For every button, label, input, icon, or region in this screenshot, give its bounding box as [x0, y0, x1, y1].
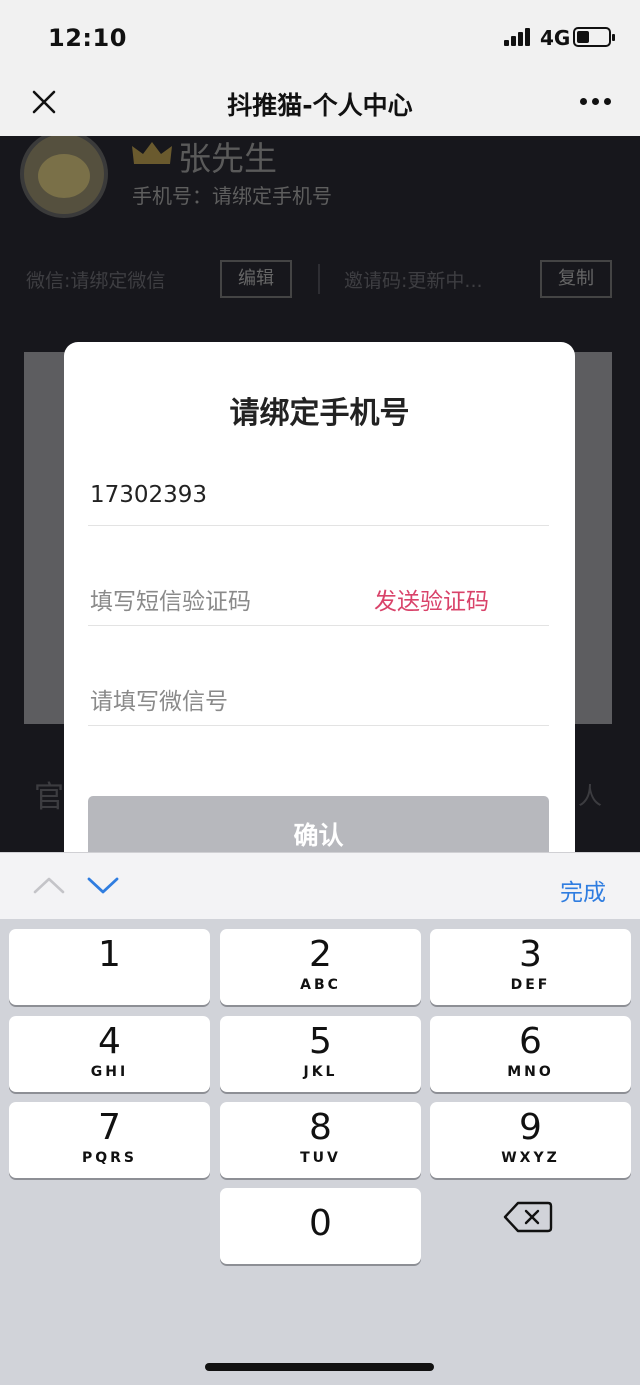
- key-number: 5: [309, 1021, 332, 1062]
- done-button[interactable]: 完成: [560, 873, 606, 907]
- chevron-down-icon[interactable]: [86, 873, 120, 897]
- key-2[interactable]: 2 ABC: [220, 929, 421, 1005]
- key-1[interactable]: 1: [9, 929, 210, 1005]
- status-time: 12:10: [48, 24, 127, 52]
- key-9[interactable]: 9 WXYZ: [430, 1102, 631, 1178]
- section-heading-right: 人: [578, 782, 602, 810]
- nav-bar: 抖推猫-个人中心: [0, 72, 640, 136]
- key-letters: JKL: [303, 1064, 338, 1080]
- avatar: [20, 136, 108, 218]
- key-number: 0: [309, 1203, 332, 1244]
- wechat-field[interactable]: 请填写微信号: [88, 662, 549, 726]
- backspace-icon[interactable]: [502, 1199, 554, 1235]
- key-5[interactable]: 5 JKL: [220, 1016, 421, 1092]
- key-number: 4: [98, 1021, 121, 1062]
- key-7[interactable]: 7 PQRS: [9, 1102, 210, 1178]
- key-4[interactable]: 4 GHI: [9, 1016, 210, 1092]
- phone-input-value[interactable]: 17302393: [90, 482, 207, 508]
- signal-icon: [504, 28, 534, 46]
- numeric-keypad: 1 2 ABC 3 DEF 4 GHI 5 JKL 6 MNO 7 PQRS 8…: [0, 919, 640, 1385]
- edit-button[interactable]: 编辑: [220, 260, 292, 298]
- key-letters: GHI: [90, 1064, 129, 1080]
- page-title: 抖推猫-个人中心: [227, 91, 413, 120]
- profile-wechat: 微信:请绑定微信: [26, 270, 166, 292]
- key-3[interactable]: 3 DEF: [430, 929, 631, 1005]
- key-number: 9: [519, 1107, 542, 1148]
- more-icon[interactable]: [580, 98, 614, 108]
- send-code-button[interactable]: 发送验证码: [374, 582, 489, 616]
- vip-crown-icon: [130, 140, 174, 168]
- profile-invite-code: 邀请码:更新中...: [344, 270, 483, 292]
- key-letters: WXYZ: [501, 1150, 560, 1166]
- key-number: 6: [519, 1021, 542, 1062]
- key-number: 1: [98, 934, 121, 975]
- key-6[interactable]: 6 MNO: [430, 1016, 631, 1092]
- phone-field[interactable]: 17302393: [88, 462, 549, 526]
- home-indicator: [205, 1363, 434, 1371]
- key-letters: ABC: [300, 977, 341, 993]
- battery-icon: [573, 27, 615, 47]
- key-letters: PQRS: [81, 1150, 138, 1166]
- divider: [318, 264, 320, 294]
- network-type: 4G: [540, 26, 571, 50]
- keyboard-toolbar: 完成: [0, 852, 640, 919]
- status-bar: 12:10 4G: [0, 0, 640, 72]
- key-number: 3: [519, 934, 542, 975]
- key-8[interactable]: 8 TUV: [220, 1102, 421, 1178]
- key-letters: TUV: [300, 1150, 341, 1166]
- key-0[interactable]: 0: [220, 1188, 421, 1264]
- copy-button[interactable]: 复制: [540, 260, 612, 298]
- profile-phone: 手机号：请绑定手机号: [132, 184, 332, 208]
- key-number: 7: [98, 1107, 121, 1148]
- sms-code-placeholder[interactable]: 填写短信验证码: [90, 582, 251, 616]
- wechat-placeholder[interactable]: 请填写微信号: [90, 682, 228, 716]
- sms-code-field[interactable]: 填写短信验证码 发送验证码: [88, 562, 549, 626]
- profile-name: 张先生: [178, 139, 277, 178]
- bind-phone-dialog: 请绑定手机号 17302393 填写短信验证码 发送验证码 请填写微信号 确认: [64, 342, 575, 862]
- chevron-up-icon[interactable]: [32, 873, 66, 897]
- dialog-title: 请绑定手机号: [229, 396, 410, 431]
- key-number: 2: [309, 934, 332, 975]
- key-letters: MNO: [507, 1064, 554, 1080]
- key-letters: DEF: [510, 977, 551, 993]
- section-heading-left: 官: [34, 780, 64, 815]
- key-number: 8: [309, 1107, 332, 1148]
